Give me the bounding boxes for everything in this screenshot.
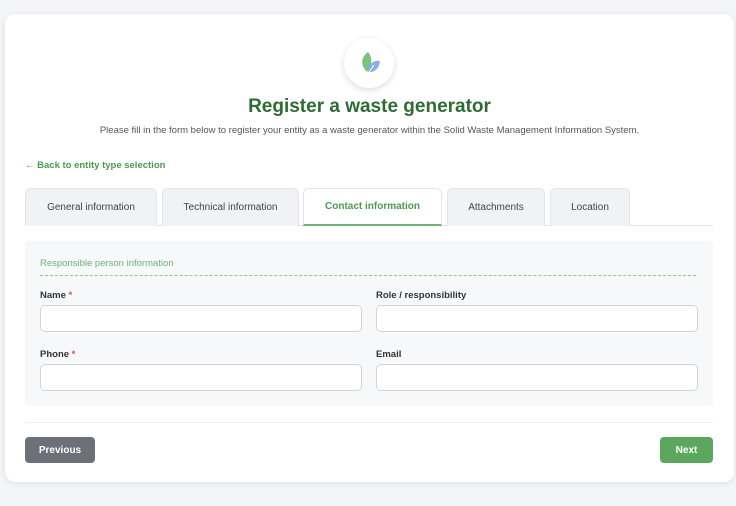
tab-attachments[interactable]: Attachments (447, 188, 545, 226)
logo (344, 38, 394, 88)
page-subtitle: Please fill in the form below to registe… (99, 125, 640, 136)
name-label-text: Name (40, 290, 66, 301)
registration-card: Register a waste generator Please fill i… (5, 14, 734, 482)
role-label: Role / responsibility (376, 290, 467, 301)
tab-technical-information[interactable]: Technical information (162, 188, 299, 226)
name-input[interactable] (40, 305, 362, 332)
tab-contact-information[interactable]: Contact information (303, 188, 442, 226)
tab-location[interactable]: Location (550, 188, 630, 226)
name-label: Name * (40, 290, 72, 301)
previous-button[interactable]: Previous (25, 437, 95, 463)
page-title: Register a waste generator (248, 96, 491, 117)
leaf-icon (362, 52, 380, 73)
email-input[interactable] (376, 364, 698, 391)
email-label: Email (376, 349, 402, 360)
next-button[interactable]: Next (660, 437, 713, 463)
phone-label: Phone * (40, 349, 75, 360)
footer-divider (25, 422, 713, 423)
responsible-person-section: Responsible person information Name * Ro… (25, 241, 713, 406)
name-required-mark: * (68, 290, 73, 301)
phone-input[interactable] (40, 364, 362, 391)
section-title: Responsible person information (40, 258, 174, 269)
phone-required-mark: * (71, 349, 76, 360)
tab-general-information[interactable]: General information (25, 188, 157, 226)
phone-label-text: Phone (40, 349, 70, 360)
section-divider (40, 275, 696, 276)
role-input[interactable] (376, 305, 698, 332)
form-tabs: General information Technical informatio… (25, 188, 713, 226)
back-to-entity-type-link[interactable]: ← Back to entity type selection (25, 160, 165, 171)
